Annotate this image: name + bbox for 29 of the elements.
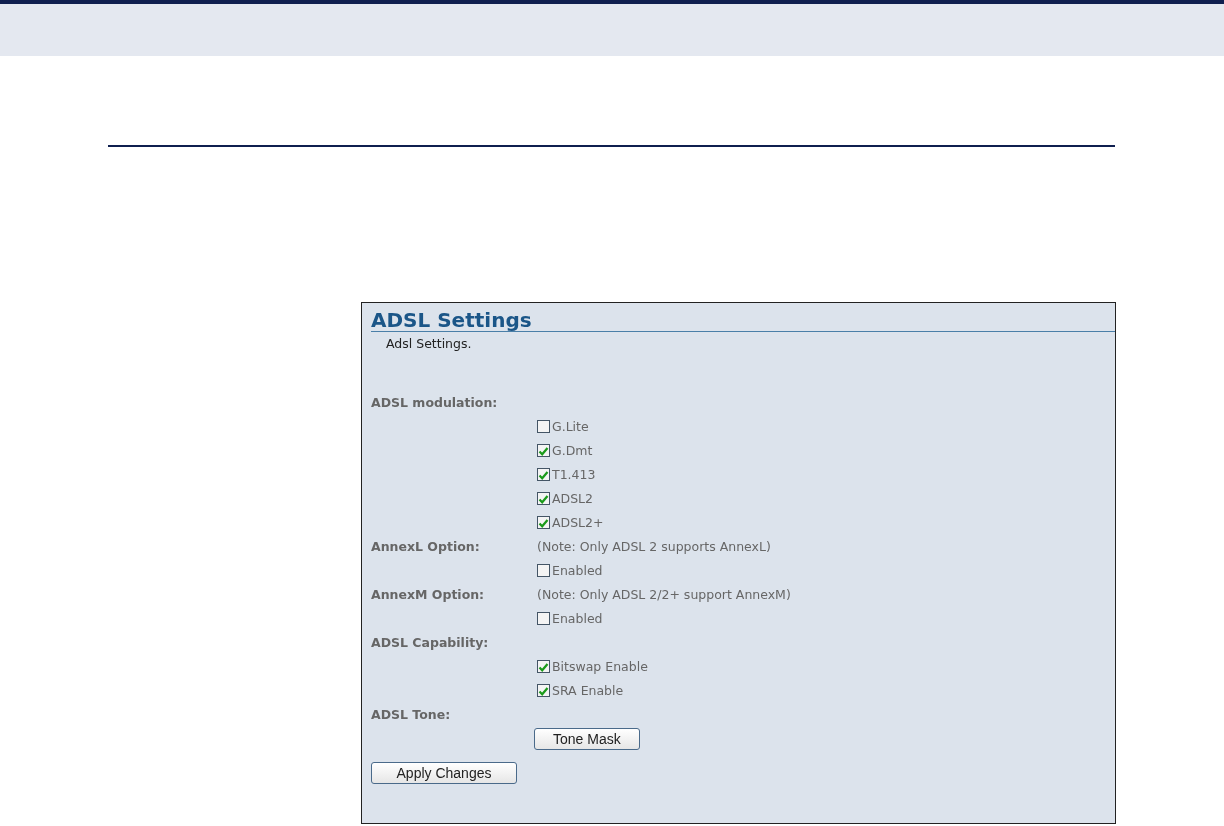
tone-mask-button[interactable]: Tone Mask <box>534 728 640 750</box>
checkbox[interactable] <box>537 683 550 697</box>
panel-description: Adsl Settings. <box>386 336 472 352</box>
note-text: (Note: Only ADSL 2 supports AnnexL) <box>537 538 771 554</box>
option-label: ADSL2+ <box>552 514 604 530</box>
option-label: G.Dmt <box>552 442 593 458</box>
option-label: SRA Enable <box>552 682 624 698</box>
note-text: (Note: Only ADSL 2/2+ support AnnexM) <box>537 586 791 602</box>
option-label: G.Lite <box>552 418 589 434</box>
field-label: ADSL Tone: <box>371 706 452 722</box>
apply-changes-button[interactable]: Apply Changes <box>371 762 517 784</box>
field-label: ADSL Capability: <box>371 634 490 650</box>
field-label: ADSL modulation: <box>371 394 499 410</box>
field-label: AnnexM Option: <box>371 586 486 602</box>
option-label: Bitswap Enable <box>552 658 648 674</box>
option-label: Enabled <box>552 610 603 626</box>
checkbox[interactable] <box>537 419 550 433</box>
field-label: AnnexL Option: <box>371 538 481 554</box>
checkbox[interactable] <box>537 443 550 457</box>
checkbox[interactable] <box>537 467 550 481</box>
checkbox[interactable] <box>537 515 550 529</box>
option-label: ADSL2 <box>552 490 594 506</box>
checkbox[interactable] <box>537 563 550 577</box>
option-label: T1.413 <box>552 466 596 482</box>
checkbox[interactable] <box>537 659 550 673</box>
checkbox[interactable] <box>537 491 550 505</box>
option-label: Enabled <box>552 562 603 578</box>
checkbox[interactable] <box>537 611 550 625</box>
panel-title: ADSL Settings <box>371 309 1115 332</box>
